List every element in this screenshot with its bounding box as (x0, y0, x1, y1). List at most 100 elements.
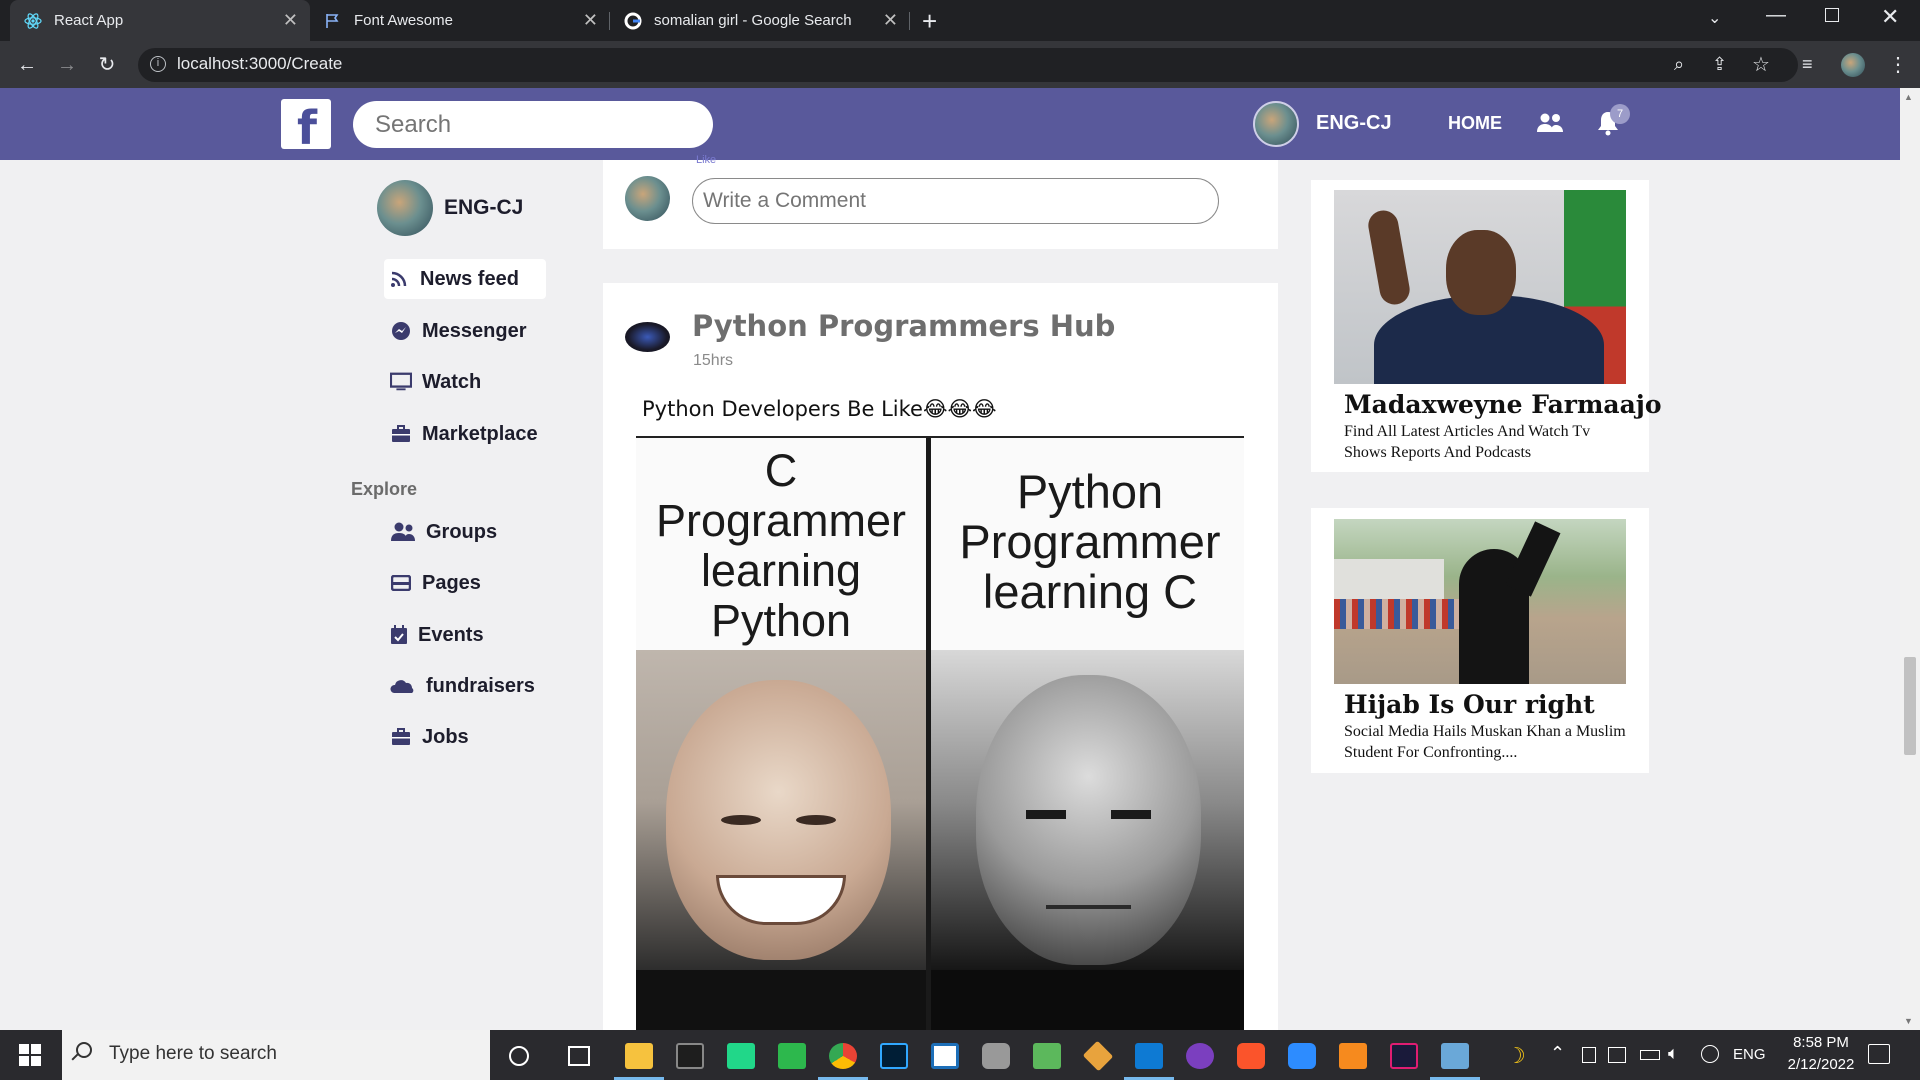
head-shape (1446, 230, 1516, 315)
sidebar-item-messenger[interactable]: Messenger (390, 311, 527, 351)
logo-letter: f (297, 101, 318, 155)
pycharm-icon[interactable] (727, 1043, 755, 1069)
database-icon[interactable] (982, 1043, 1010, 1069)
globe-icon[interactable] (1701, 1045, 1719, 1063)
app-icon[interactable] (1441, 1043, 1469, 1069)
calendar-icon (390, 625, 408, 645)
device-icon[interactable] (1582, 1047, 1596, 1063)
restore-icon[interactable] (1825, 8, 1839, 22)
tv-icon (390, 372, 412, 392)
home-link[interactable]: HOME (1448, 113, 1502, 134)
tab-search-icon[interactable]: ⌄ (1708, 8, 1721, 28)
bookmark-star-icon[interactable]: ☆ (1752, 52, 1770, 77)
facebook-logo[interactable]: f (281, 99, 331, 155)
page-avatar[interactable] (625, 322, 670, 352)
sidebar-item-pages[interactable]: Pages (390, 563, 481, 603)
eye-shape (1026, 810, 1066, 819)
ad-image[interactable] (1334, 190, 1626, 384)
zoom-icon[interactable] (1288, 1043, 1316, 1069)
github-icon[interactable] (1186, 1043, 1214, 1069)
notification-center-icon[interactable] (1868, 1044, 1890, 1064)
sidebar-item-marketplace[interactable]: Marketplace (390, 414, 538, 454)
camtasia-icon[interactable] (778, 1043, 806, 1069)
sidebar-item-events[interactable]: Events (390, 615, 484, 655)
windows-start-icon[interactable] (19, 1044, 41, 1066)
task-view-icon[interactable] (568, 1046, 590, 1066)
ad-title[interactable]: Madaxweyne Farmaajo (1344, 390, 1662, 419)
menu-kebab-icon[interactable]: ⋮ (1888, 52, 1908, 77)
reading-list-icon[interactable]: ≡ (1802, 54, 1813, 75)
sidebar-item-watch[interactable]: Watch (390, 362, 481, 402)
taskbar-search-placeholder[interactable]: Type here to search (109, 1043, 277, 1065)
comment-input[interactable] (692, 178, 1219, 224)
app-icon[interactable] (931, 1043, 959, 1069)
close-tab-icon[interactable]: ✕ (283, 10, 298, 31)
scrollbar-thumb[interactable] (1904, 657, 1916, 755)
forward-icon[interactable]: → (55, 53, 79, 77)
new-tab-icon[interactable]: + (922, 6, 937, 37)
sidebar-item-label: Events (418, 623, 484, 646)
close-window-icon[interactable]: ✕ (1881, 4, 1899, 30)
clock-date[interactable]: 2/12/2022 (1776, 1056, 1866, 1073)
scroll-up-icon[interactable]: ▲ (1904, 92, 1913, 102)
tab-google-search[interactable]: somalian girl - Google Search ✕ (610, 0, 910, 41)
scroll-down-icon[interactable]: ▼ (1904, 1016, 1913, 1026)
reload-icon[interactable]: ↻ (95, 53, 119, 77)
comment-avatar (625, 176, 670, 221)
search-input[interactable] (353, 101, 713, 148)
ad-image[interactable] (1334, 519, 1626, 684)
clock-time[interactable]: 8:58 PM (1786, 1034, 1856, 1051)
explore-heading: Explore (351, 479, 418, 499)
sidebar-item-fundraisers[interactable]: fundraisers (390, 666, 535, 706)
post-author[interactable]: Python Programmers Hub (692, 309, 1115, 343)
share-icon[interactable]: ⇪ (1712, 54, 1727, 75)
info-icon[interactable]: i (150, 56, 166, 72)
post-image[interactable]: C Programmer learning Python Python Prog… (636, 438, 1244, 1030)
sidebar-item-groups[interactable]: Groups (390, 512, 497, 552)
minimize-icon[interactable]: — (1766, 4, 1786, 27)
zoom-icon[interactable]: ⌕ (1674, 54, 1684, 75)
volume-icon[interactable]: 🔈︎ (1668, 1043, 1679, 1064)
moon-icon[interactable]: ☽ (1502, 1043, 1530, 1069)
scrollbar-track[interactable] (1900, 88, 1920, 1030)
shirt-shape (931, 970, 1244, 1030)
profile-avatar[interactable] (1841, 53, 1865, 77)
post-time[interactable]: 15hrs (693, 352, 733, 370)
vscode-icon[interactable] (1135, 1043, 1163, 1069)
close-tab-icon[interactable]: ✕ (883, 10, 898, 31)
search-icon (76, 1042, 92, 1058)
app-icon[interactable] (1033, 1043, 1061, 1069)
battery-icon[interactable] (1640, 1050, 1660, 1060)
app-icon[interactable] (1339, 1043, 1367, 1069)
tab-react-app[interactable]: React App ✕ (10, 0, 310, 41)
header-user-name[interactable]: ENG-CJ (1316, 112, 1392, 135)
sidebar-avatar[interactable] (377, 180, 433, 236)
sidebar-item-jobs[interactable]: Jobs (390, 717, 469, 757)
chrome-icon[interactable] (829, 1043, 857, 1069)
friends-icon[interactable] (1536, 112, 1564, 139)
close-tab-icon[interactable]: ✕ (583, 10, 598, 31)
rss-icon (388, 269, 410, 289)
language-indicator[interactable]: ENG (1733, 1046, 1766, 1063)
pages-icon (390, 573, 412, 593)
like-label[interactable]: Like (696, 154, 716, 166)
react-icon (24, 12, 42, 30)
sidebar-item-news-feed[interactable]: News feed (388, 259, 519, 299)
intellij-icon[interactable] (1390, 1043, 1418, 1069)
sidebar-user-name[interactable]: ENG-CJ (444, 196, 523, 220)
flag-icon (324, 12, 342, 30)
brave-icon[interactable] (1237, 1043, 1265, 1069)
cortana-icon[interactable] (509, 1046, 529, 1066)
omnibox[interactable] (138, 48, 1798, 82)
tray-chevron-icon[interactable]: ⌃ (1550, 1043, 1565, 1064)
url-text[interactable]: localhost:3000/Create (177, 54, 342, 74)
photoshop-icon[interactable] (880, 1043, 908, 1069)
network-icon[interactable] (1608, 1047, 1626, 1063)
tab-font-awesome[interactable]: Font Awesome ✕ (310, 0, 610, 41)
header-avatar[interactable] (1253, 101, 1299, 147)
terminal-icon[interactable] (676, 1043, 704, 1069)
ad-title[interactable]: Hijab Is Our right (1344, 690, 1595, 719)
tab-title: somalian girl - Google Search (654, 12, 852, 29)
file-explorer-icon[interactable] (625, 1043, 653, 1069)
back-icon[interactable]: ← (15, 53, 39, 77)
